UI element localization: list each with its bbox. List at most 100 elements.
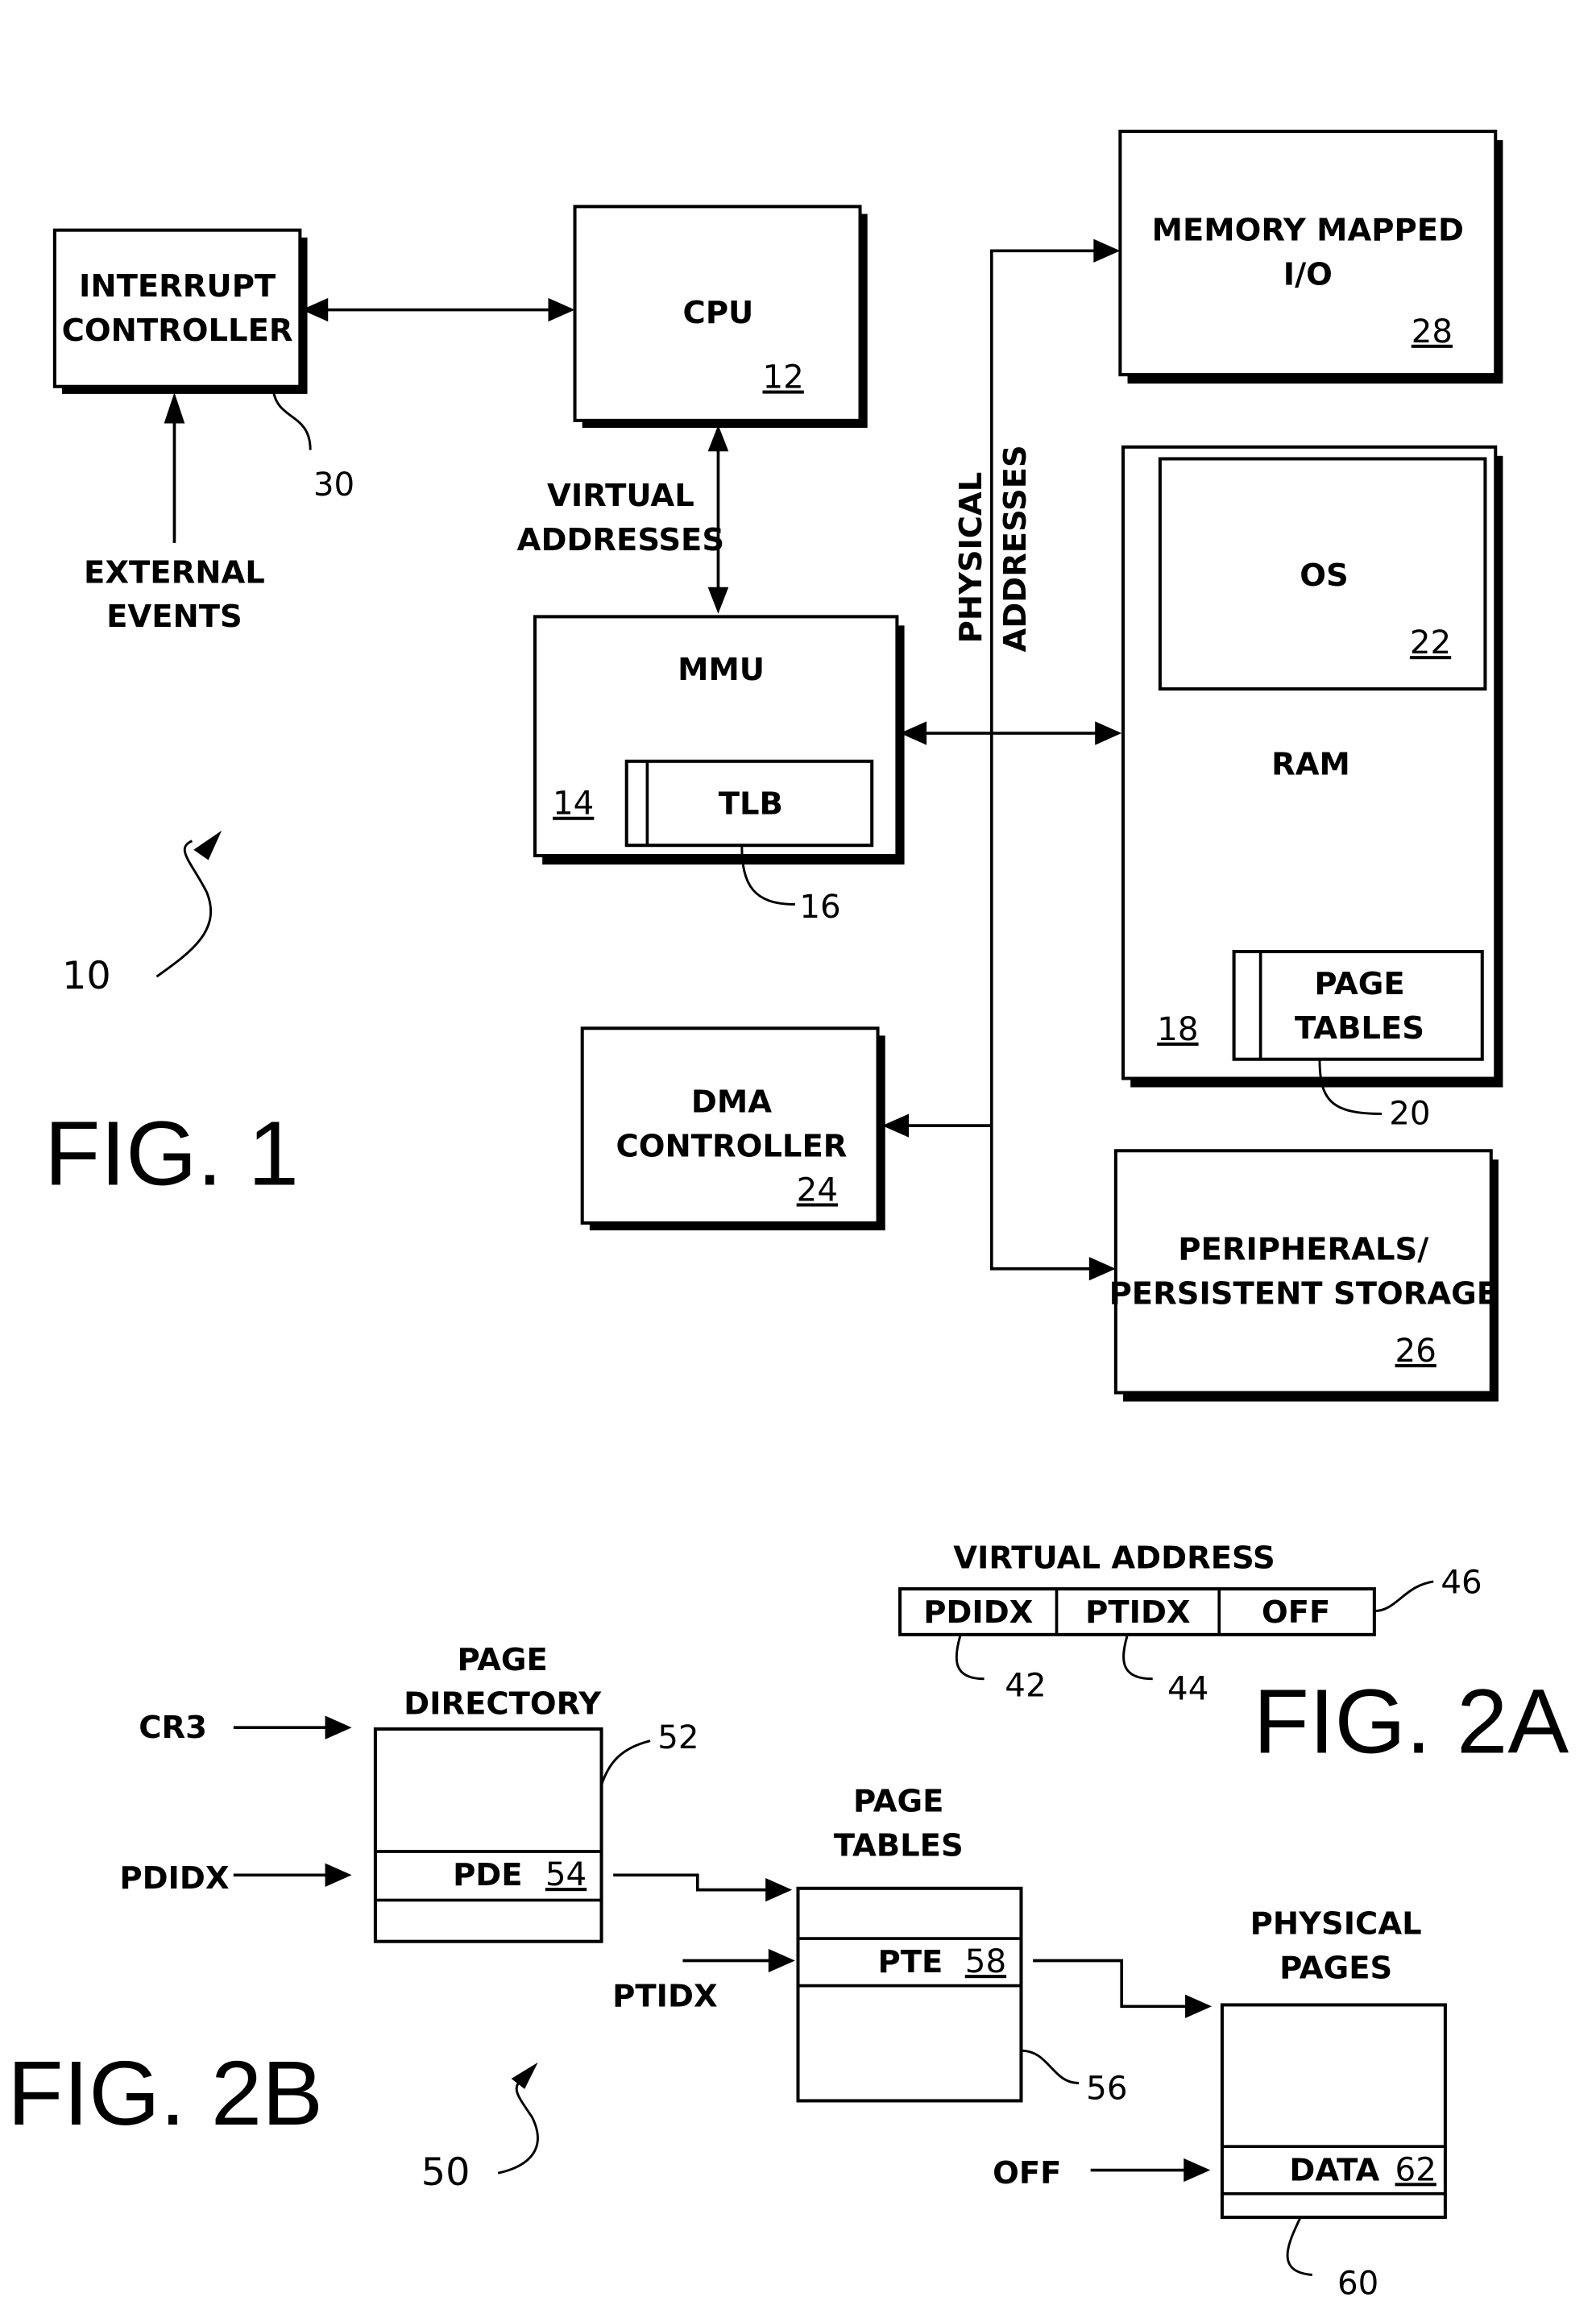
figure-2b: CR3 PDIDX PAGE DIRECTORY PDE 54 52 PAGE … [7,1642,1447,2297]
peripherals-label-2: PERSISTENT STORAGE [1109,1276,1498,1312]
dma-controller-label-1: DMA [691,1084,772,1121]
virtual-addresses-label-1: VIRTUAL [547,478,694,514]
leader-10 [155,840,212,978]
ref-60: 60 [1337,2264,1378,2297]
interrupt-controller-label-2: CONTROLLER [62,313,293,349]
arrowhead-icon [325,1863,352,1887]
figure-1: INTERRUPT CONTROLLER 30 EXTERNAL EVENTS … [44,129,1503,1402]
virtual-address-fields: PDIDX PTIDX OFF [898,1587,1376,1636]
ref-44: 44 [1167,1669,1208,1707]
interrupt-controller-label-1: INTERRUPT [79,268,276,305]
physical-pages-label-1: PHYSICAL [1250,1906,1422,1942]
ref-22: 22 [1410,624,1451,661]
leader-30 [272,390,312,450]
dma-controller-block: DMA CONTROLLER 24 [580,1026,885,1231]
ram-label: RAM [1271,746,1350,782]
physical-addresses-label-1: PHYSICAL [953,472,989,644]
mmu-block: MMU 14 TLB [533,615,905,865]
pde-entry-label: PDE [453,1857,522,1893]
ref-20: 20 [1389,1094,1430,1132]
arrowhead-icon [548,297,575,322]
physical-pages-label-2: PAGES [1279,1951,1392,1987]
arrowhead-icon [1093,238,1121,263]
arrowhead-icon [325,1715,352,1739]
physical-pages-table: DATA 62 [1220,2003,1447,2220]
arrowhead-icon [882,1113,910,1138]
leader-60 [1286,2216,1312,2276]
ref-56: 56 [1086,2070,1127,2108]
ref-18: 18 [1157,1010,1198,1048]
external-events-label-2: EVENTS [106,599,243,635]
page-tables-label-2: TABLES [1295,1010,1424,1047]
ref-62: 62 [1395,2150,1436,2188]
ref-26: 26 [1395,1332,1436,1370]
input-off: OFF [993,2155,1061,2191]
arrowhead-icon [768,1948,795,1973]
dma-controller-label-2: CONTROLLER [616,1129,848,1165]
cpu-block: CPU 12 [573,205,868,429]
virtual-address-title: VIRTUAL ADDRESS [953,1540,1275,1576]
arrowhead-icon [164,392,185,424]
physical-addresses-label-2: ADDRESSES [997,445,1034,652]
pte-to-physical-pages-arrow [1033,1959,1192,2009]
data-entry-label: DATA [1289,2152,1379,2188]
ref-30: 30 [313,466,354,504]
arrowhead-icon [511,2062,538,2089]
leader-52 [600,1739,651,1786]
external-events-label-1: EXTERNAL [84,554,265,591]
input-ptidx: PTIDX [612,1978,717,2014]
page-directory-table: PDE 54 [373,1727,603,1943]
physical-address-bus [989,249,1100,1271]
tlb-block: TLB [624,759,874,848]
field-pdidx: PDIDX [923,1594,1033,1631]
os-block: OS 22 [1158,457,1487,691]
field-ptidx: PTIDX [1085,1594,1190,1631]
field-off: OFF [1262,1594,1330,1631]
input-pdidx: PDIDX [119,1860,229,1897]
virtual-addresses-label-2: ADDRESSES [517,522,724,558]
arrowhead-icon [1185,1994,1213,2018]
pte-entry-label: PTE [878,1944,943,1980]
arrowhead-icon [1095,721,1122,745]
page-tables-table: PTE 58 [796,1886,1023,2103]
page-tables-2b-label-2: TABLES [834,1828,964,1864]
leader-56 [1021,2049,1080,2084]
arrowhead-icon [765,1877,793,1902]
peripherals-block: PERIPHERALS/ PERSISTENT STORAGE 26 [1109,1149,1499,1402]
ref-46: 46 [1441,1564,1482,1602]
ref-58: 58 [965,1942,1006,1980]
leader-42 [955,1634,985,1681]
cpu-label: CPU [683,295,754,331]
ref-12: 12 [762,359,803,396]
memory-mapped-io-label-1: MEMORY MAPPED [1152,212,1464,248]
patent-drawing: INTERRUPT CONTROLLER 30 EXTERNAL EVENTS … [7,129,1569,2297]
figure-2b-caption: FIG. 2B [7,2042,323,2145]
figure-2a-caption: FIG. 2A [1253,1670,1569,1773]
input-cr3: CR3 [139,1710,207,1746]
ref-10: 10 [62,954,111,998]
page-tables-block: PAGE TABLES [1232,950,1484,1061]
mmu-label: MMU [678,652,765,688]
ref-42: 42 [1005,1667,1046,1705]
page-tables-2b-label-1: PAGE [853,1784,943,1820]
page-directory-label-1: PAGE [457,1642,547,1678]
arrowhead-icon [707,425,729,452]
page-tables-label-1: PAGE [1314,966,1404,1002]
leader-44 [1122,1634,1153,1681]
page-directory-label-2: DIRECTORY [404,1686,602,1723]
pde-to-page-tables-arrow [613,1873,772,1892]
figure-2a: VIRTUAL ADDRESS PDIDX PTIDX OFF 42 44 46… [898,1540,1569,1773]
ref-28: 28 [1412,313,1453,350]
interrupt-controller-block: INTERRUPT CONTROLLER [52,228,308,394]
ref-16: 16 [799,888,840,926]
os-label: OS [1300,558,1348,594]
tlb-label: TLB [719,786,783,823]
memory-mapped-io-label-2: I/O [1283,256,1333,292]
figure-1-caption: FIG. 1 [44,1102,299,1204]
ref-24: 24 [797,1171,838,1209]
ref-50: 50 [421,2150,471,2195]
ref-14: 14 [553,785,594,823]
ram-block: OS 22 RAM 18 PAGE TABLES [1121,445,1503,1088]
arrowhead-icon [1184,2158,1211,2183]
memory-mapped-io-block: MEMORY MAPPED I/O 28 [1118,129,1503,384]
